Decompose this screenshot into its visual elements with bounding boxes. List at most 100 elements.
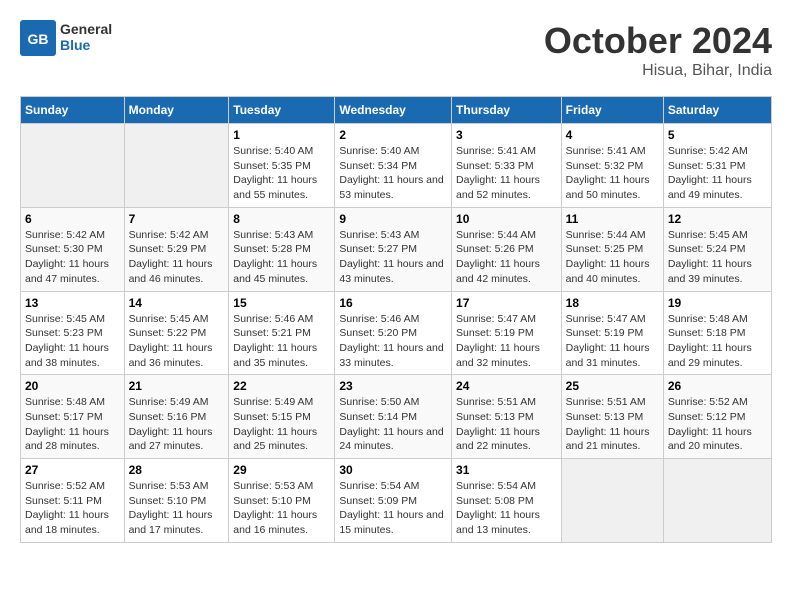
daylight-text: Daylight: 11 hours and 42 minutes. [456,257,557,286]
col-wednesday: Wednesday [335,97,452,124]
sunset-text: Sunset: 5:34 PM [339,159,447,174]
calendar-cell: 2Sunrise: 5:40 AMSunset: 5:34 PMDaylight… [335,124,452,208]
day-number: 20 [25,379,120,393]
sunrise-text: Sunrise: 5:41 AM [566,144,659,159]
calendar-cell: 27Sunrise: 5:52 AMSunset: 5:11 PMDayligh… [21,459,125,543]
sunrise-text: Sunrise: 5:49 AM [129,395,225,410]
day-detail: Sunrise: 5:49 AMSunset: 5:16 PMDaylight:… [129,395,225,454]
sunset-text: Sunset: 5:20 PM [339,326,447,341]
daylight-text: Daylight: 11 hours and 31 minutes. [566,341,659,370]
calendar-cell: 18Sunrise: 5:47 AMSunset: 5:19 PMDayligh… [561,291,663,375]
daylight-text: Daylight: 11 hours and 35 minutes. [233,341,330,370]
day-number: 3 [456,128,557,142]
sunrise-text: Sunrise: 5:52 AM [25,479,120,494]
sunset-text: Sunset: 5:35 PM [233,159,330,174]
day-number: 15 [233,296,330,310]
day-detail: Sunrise: 5:44 AMSunset: 5:25 PMDaylight:… [566,228,659,287]
calendar-cell: 16Sunrise: 5:46 AMSunset: 5:20 PMDayligh… [335,291,452,375]
calendar-cell: 13Sunrise: 5:45 AMSunset: 5:23 PMDayligh… [21,291,125,375]
logo-icon: GB [20,20,56,56]
calendar-cell: 6Sunrise: 5:42 AMSunset: 5:30 PMDaylight… [21,207,125,291]
sunrise-text: Sunrise: 5:51 AM [456,395,557,410]
sunset-text: Sunset: 5:16 PM [129,410,225,425]
logo: GB General Blue [20,20,112,56]
daylight-text: Daylight: 11 hours and 49 minutes. [668,173,767,202]
day-number: 5 [668,128,767,142]
day-number: 27 [25,463,120,477]
col-sunday: Sunday [21,97,125,124]
daylight-text: Daylight: 11 hours and 21 minutes. [566,425,659,454]
calendar-week-row: 27Sunrise: 5:52 AMSunset: 5:11 PMDayligh… [21,459,772,543]
sunset-text: Sunset: 5:26 PM [456,242,557,257]
col-thursday: Thursday [452,97,562,124]
daylight-text: Daylight: 11 hours and 47 minutes. [25,257,120,286]
calendar-week-row: 13Sunrise: 5:45 AMSunset: 5:23 PMDayligh… [21,291,772,375]
day-number: 7 [129,212,225,226]
calendar-cell: 28Sunrise: 5:53 AMSunset: 5:10 PMDayligh… [124,459,229,543]
logo-blue: Blue [60,37,90,53]
daylight-text: Daylight: 11 hours and 28 minutes. [25,425,120,454]
daylight-text: Daylight: 11 hours and 13 minutes. [456,508,557,537]
sunset-text: Sunset: 5:22 PM [129,326,225,341]
day-detail: Sunrise: 5:51 AMSunset: 5:13 PMDaylight:… [456,395,557,454]
sunrise-text: Sunrise: 5:43 AM [233,228,330,243]
sunrise-text: Sunrise: 5:48 AM [668,312,767,327]
calendar-cell: 25Sunrise: 5:51 AMSunset: 5:13 PMDayligh… [561,375,663,459]
daylight-text: Daylight: 11 hours and 55 minutes. [233,173,330,202]
calendar-cell: 9Sunrise: 5:43 AMSunset: 5:27 PMDaylight… [335,207,452,291]
sunrise-text: Sunrise: 5:49 AM [233,395,330,410]
calendar-cell: 20 Sunrise: 5:48 AMSunset: 5:17 PMDayligh… [21,375,125,459]
sunset-text: Sunset: 5:15 PM [233,410,330,425]
svg-text:GB: GB [28,31,49,47]
day-detail: Sunrise: 5:53 AMSunset: 5:10 PMDaylight:… [233,479,330,538]
sunrise-text: Sunrise: 5:46 AM [339,312,447,327]
day-detail: Sunrise: 5:50 AMSunset: 5:14 PMDaylight:… [339,395,447,454]
sunrise-text: Sunrise: 5:45 AM [668,228,767,243]
daylight-text: Daylight: 11 hours and 43 minutes. [339,257,447,286]
sunrise-text: Sunrise: 5:40 AM [339,144,447,159]
day-detail: Sunrise: 5:51 AMSunset: 5:13 PMDaylight:… [566,395,659,454]
daylight-text: Daylight: 11 hours and 39 minutes. [668,257,767,286]
title-block: October 2024 Hisua, Bihar, India [544,20,772,80]
daylight-text: Daylight: 11 hours and 36 minutes. [129,341,225,370]
sunrise-text: Sunrise: 5:51 AM [566,395,659,410]
daylight-text: Daylight: 11 hours and 22 minutes. [456,425,557,454]
daylight-text: Daylight: 11 hours and 20 minutes. [668,425,767,454]
sunrise-text: Sunrise: 5:42 AM [129,228,225,243]
sunset-text: Sunset: 5:09 PM [339,494,447,509]
calendar-cell: 12Sunrise: 5:45 AMSunset: 5:24 PMDayligh… [663,207,771,291]
calendar-cell: 21Sunrise: 5:49 AMSunset: 5:16 PMDayligh… [124,375,229,459]
col-tuesday: Tuesday [229,97,335,124]
calendar-cell: 14Sunrise: 5:45 AMSunset: 5:22 PMDayligh… [124,291,229,375]
sunset-text: Sunset: 5:17 PM [25,410,120,425]
day-number: 29 [233,463,330,477]
day-detail: Sunrise: 5:42 AMSunset: 5:30 PMDaylight:… [25,228,120,287]
day-number: 13 [25,296,120,310]
sunrise-text: Sunrise: 5:45 AM [129,312,225,327]
sunset-text: Sunset: 5:19 PM [456,326,557,341]
calendar-cell: 10Sunrise: 5:44 AMSunset: 5:26 PMDayligh… [452,207,562,291]
sunset-text: Sunset: 5:13 PM [566,410,659,425]
calendar-cell: 4Sunrise: 5:41 AMSunset: 5:32 PMDaylight… [561,124,663,208]
day-number: 24 [456,379,557,393]
sunset-text: Sunset: 5:33 PM [456,159,557,174]
day-number: 31 [456,463,557,477]
calendar-cell [21,124,125,208]
day-detail: Sunrise: 5:54 AMSunset: 5:09 PMDaylight:… [339,479,447,538]
daylight-text: Daylight: 11 hours and 38 minutes. [25,341,120,370]
sunset-text: Sunset: 5:32 PM [566,159,659,174]
day-detail: Sunrise: 5:48 AMSunset: 5:18 PMDaylight:… [668,312,767,371]
day-detail: Sunrise: 5:48 AMSunset: 5:17 PMDaylight:… [25,395,120,454]
daylight-text: Daylight: 11 hours and 45 minutes. [233,257,330,286]
day-detail: Sunrise: 5:44 AMSunset: 5:26 PMDaylight:… [456,228,557,287]
daylight-text: Daylight: 11 hours and 15 minutes. [339,508,447,537]
calendar-cell: 8Sunrise: 5:43 AMSunset: 5:28 PMDaylight… [229,207,335,291]
calendar-cell: 5Sunrise: 5:42 AMSunset: 5:31 PMDaylight… [663,124,771,208]
daylight-text: Daylight: 11 hours and 25 minutes. [233,425,330,454]
sunset-text: Sunset: 5:29 PM [129,242,225,257]
sunset-text: Sunset: 5:25 PM [566,242,659,257]
day-detail: Sunrise: 5:45 AMSunset: 5:24 PMDaylight:… [668,228,767,287]
calendar-week-row: 20Sunrise: 5:48 AMSunset: 5:17 PMDayligh… [21,375,772,459]
col-monday: Monday [124,97,229,124]
sunrise-text: Sunrise: 5:48 AM [25,395,120,410]
